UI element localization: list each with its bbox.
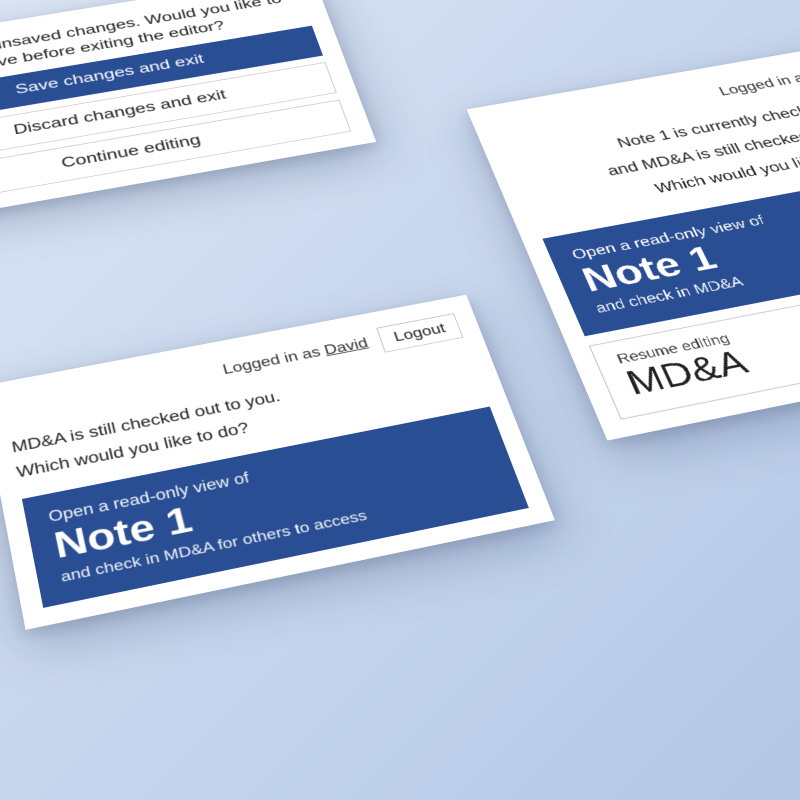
logged-in-text: Logged in as David bbox=[716, 62, 800, 99]
mdna-checkout-panel: Logged in as David Logout MD&A is still … bbox=[0, 295, 555, 631]
logout-button[interactable]: Logout bbox=[376, 313, 463, 353]
logged-in-prefix: Logged in as bbox=[221, 343, 327, 377]
logged-in-text: Logged in as David bbox=[221, 335, 370, 378]
logged-in-prefix: Logged in as bbox=[716, 69, 800, 98]
current-user[interactable]: David bbox=[322, 335, 370, 357]
unsaved-changes-dialog: You have unsaved changes. Would you like… bbox=[0, 0, 376, 226]
note1-checkout-panel: Logged in as David Logout Note 1 is curr… bbox=[467, 26, 800, 440]
